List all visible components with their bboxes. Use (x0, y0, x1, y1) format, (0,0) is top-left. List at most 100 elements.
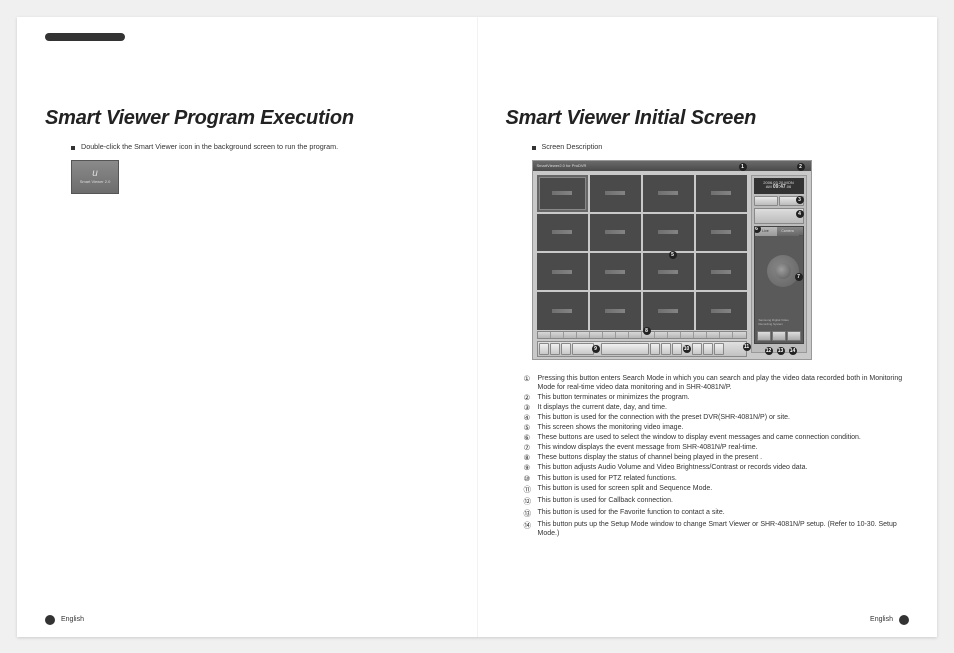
callout-12: 12 (765, 347, 773, 355)
callout-3: 3 (796, 196, 804, 204)
callout-2: 2 (797, 163, 805, 171)
callout-9: 9 (592, 345, 600, 353)
video-cell[interactable] (590, 175, 641, 212)
control-button[interactable] (572, 343, 594, 355)
control-button[interactable] (650, 343, 660, 355)
status-segment[interactable] (590, 332, 603, 338)
cell-logo-icon (658, 230, 678, 234)
control-button[interactable] (539, 343, 549, 355)
control-button[interactable] (601, 343, 649, 355)
status-segment[interactable] (564, 332, 577, 338)
callout-4: 4 (796, 210, 804, 218)
setup-button[interactable] (787, 331, 801, 341)
control-button[interactable] (714, 343, 724, 355)
bullet-icon (532, 146, 536, 150)
callout-11: 11 (743, 343, 751, 351)
icon-glyph: u (92, 169, 98, 179)
page-dot-icon (899, 615, 909, 625)
control-panel: 9 10 (537, 341, 747, 357)
time-text: AM 09:47.06 (766, 185, 791, 191)
desc-row: ②This button terminates or minimizes the… (524, 393, 910, 402)
desc-row: ④This button is used for the connection … (524, 413, 910, 422)
right-page: Smart Viewer Initial Screen Screen Descr… (478, 17, 938, 637)
video-cell[interactable] (537, 214, 588, 251)
desc-row: ⑦This window displays the event message … (524, 443, 910, 452)
cell-logo-icon (658, 309, 678, 313)
status-segment[interactable] (538, 332, 551, 338)
cell-logo-icon (711, 270, 731, 274)
control-button[interactable] (661, 343, 671, 355)
cell-logo-icon (552, 309, 572, 313)
left-page: Smart Viewer Program Execution Double-cl… (17, 17, 477, 637)
video-cell[interactable] (696, 253, 747, 290)
desc-row: ③It displays the current date, day, and … (524, 403, 910, 412)
cell-logo-icon (605, 191, 625, 195)
video-cell[interactable] (643, 214, 694, 251)
left-bullet-text: Double-click the Smart Viewer icon in th… (81, 142, 338, 152)
eye-icon (767, 255, 799, 287)
video-cell[interactable] (696, 175, 747, 212)
app-titlebar: SmartViewer2.0 for ProDVR (533, 161, 811, 171)
left-page-title: Smart Viewer Program Execution (45, 107, 449, 130)
callout-7: 7 (795, 273, 803, 281)
status-segment[interactable] (720, 332, 733, 338)
right-page-title: Smart Viewer Initial Screen (506, 107, 910, 130)
status-segment[interactable] (694, 332, 707, 338)
date-time-display: 2006.03.20.MON AM 09:47.06 (754, 178, 804, 194)
video-cell[interactable] (537, 253, 588, 290)
app-titlebar-text: SmartViewer2.0 for ProDVR (537, 163, 587, 168)
event-window-caption: Samsung Digital Video Recording System (759, 319, 799, 326)
video-cell[interactable] (696, 292, 747, 329)
desc-row: ⑩This button is used for PTZ related fun… (524, 474, 910, 483)
status-segment[interactable] (707, 332, 720, 338)
document-spread: Smart Viewer Program Execution Double-cl… (17, 17, 937, 637)
status-segment[interactable] (629, 332, 642, 338)
callout-5: 5 (669, 251, 677, 259)
cell-logo-icon (552, 230, 572, 234)
video-cell[interactable] (696, 214, 747, 251)
status-segment[interactable] (681, 332, 694, 338)
section-tab-bar (45, 33, 125, 41)
video-cell[interactable] (643, 292, 694, 329)
favorite-button[interactable] (772, 331, 786, 341)
cell-logo-icon (711, 309, 731, 313)
control-button[interactable] (703, 343, 713, 355)
tab-camera[interactable]: Camera (777, 227, 799, 236)
connect-button[interactable] (754, 196, 779, 206)
cell-logo-icon (605, 270, 625, 274)
callout-13: 13 (777, 347, 785, 355)
cell-logo-icon (711, 191, 731, 195)
desc-row: ⑪This button is used for screen split an… (524, 484, 910, 495)
status-segment[interactable] (655, 332, 668, 338)
control-button[interactable] (672, 343, 682, 355)
cell-logo-icon (605, 309, 625, 313)
callback-button[interactable] (757, 331, 771, 341)
video-cell[interactable] (537, 175, 588, 212)
video-cell[interactable] (537, 292, 588, 329)
callout-1: 1 (739, 163, 747, 171)
bullet-icon (71, 146, 75, 150)
right-footer-label: English (870, 616, 893, 623)
right-bullet: Screen Description (532, 142, 910, 152)
status-segment[interactable] (577, 332, 590, 338)
callout-6: 6 (754, 226, 761, 233)
video-cell[interactable] (643, 253, 694, 290)
status-segment[interactable] (616, 332, 629, 338)
control-button[interactable] (550, 343, 560, 355)
status-segment[interactable] (603, 332, 616, 338)
video-cell[interactable] (643, 175, 694, 212)
app-screenshot: SmartViewer2.0 for ProDVR 1 2 (532, 160, 812, 360)
desc-row: ①Pressing this button enters Search Mode… (524, 374, 910, 392)
video-cell[interactable] (590, 214, 641, 251)
control-button[interactable] (561, 343, 571, 355)
video-cell[interactable] (590, 253, 641, 290)
desc-row: ⑤This screen shows the monitoring video … (524, 423, 910, 432)
smart-viewer-icon[interactable]: u Smart Viewer 2.0 (71, 160, 119, 194)
side-bottom-buttons (757, 331, 801, 341)
video-cell[interactable] (590, 292, 641, 329)
status-segment[interactable] (668, 332, 681, 338)
status-segment[interactable] (733, 332, 745, 338)
status-segment[interactable] (551, 332, 564, 338)
status-bar (537, 331, 747, 339)
control-button[interactable] (692, 343, 702, 355)
